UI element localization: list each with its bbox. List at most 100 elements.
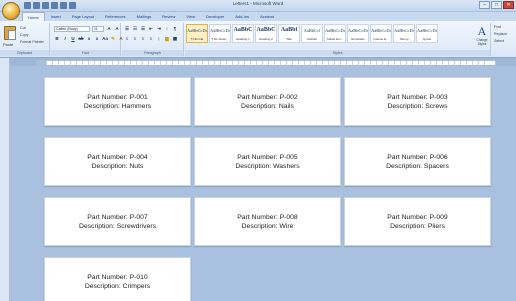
tab-add-ins[interactable]: Add-Ins (230, 12, 254, 21)
font-name-select[interactable]: Calibri (Body) (54, 26, 90, 32)
vertical-ruler[interactable] (0, 68, 10, 301)
part-number-text: Part Number: P-002 (237, 93, 298, 101)
borders-icon[interactable]: ▦ (172, 36, 178, 42)
style-item[interactable]: AaBbCcDc ¶ No Spaci... (209, 24, 231, 43)
cut-button[interactable]: Cut (20, 26, 26, 30)
part-number-text: Part Number: P-005 (237, 153, 298, 161)
strikethrough-icon[interactable]: ab (78, 36, 84, 42)
style-item[interactable]: AaBbCcDc Emphasis (347, 24, 369, 43)
part-number-text: Part Number: P-008 (237, 213, 298, 221)
style-name: Subtitle (306, 37, 317, 41)
style-sample: AaBbCcDc (348, 28, 368, 33)
ribbon: Paste Cut Copy Format Painter Clipboard … (0, 21, 516, 58)
label-card[interactable]: Part Number: P-006 Description: Spacers (344, 137, 491, 186)
description-text: Description: Spacers (386, 162, 449, 170)
paragraph-group-label: Paragraph (122, 50, 183, 56)
format-painter-button[interactable]: Format Painter (20, 40, 44, 44)
find-button[interactable]: Find (494, 24, 507, 31)
font-size-select[interactable]: 11 (92, 26, 104, 32)
multilevel-list-icon[interactable]: ☰ (140, 26, 146, 32)
bullets-icon[interactable]: ☰ (124, 26, 130, 32)
style-name: Subtle Em... (326, 37, 344, 41)
text-effects-icon[interactable]: Aa (102, 36, 108, 42)
style-item[interactable]: AaBbCcDc ¶ Normal (186, 24, 208, 43)
style-item[interactable]: AaBbCcDc Strong (393, 24, 415, 43)
description-text: Description: Pliers (390, 222, 445, 230)
style-sample: AaBbCcDc (187, 28, 207, 33)
part-number-text: Part Number: P-009 (387, 213, 448, 221)
label-card[interactable]: Part Number: P-005 Description: Washers (194, 137, 341, 186)
label-card[interactable]: Part Number: P-009 Description: Pliers (344, 197, 491, 246)
tab-page-layout[interactable]: Page Layout (67, 12, 99, 21)
label-card[interactable]: Part Number: P-007 Description: Screwdriv… (44, 197, 191, 246)
style-name: ¶ No Spaci... (211, 37, 229, 41)
maximize-button[interactable]: □ (491, 1, 502, 9)
copy-button[interactable]: Copy (20, 33, 28, 37)
numbering-icon[interactable]: ☷ (132, 26, 138, 32)
style-name: Quote (422, 37, 432, 41)
tab-insert[interactable]: Insert (46, 12, 66, 21)
close-button[interactable]: ✕ (503, 1, 514, 9)
style-sample: AaBbl (280, 27, 298, 33)
underline-icon[interactable]: U (70, 36, 76, 42)
style-item[interactable]: AaBbC Heading 2 (255, 24, 277, 43)
label-card[interactable]: Part Number: P-004 Description: Nuts (44, 137, 191, 186)
tab-references[interactable]: References (100, 12, 130, 21)
align-center-icon[interactable]: ≡ (132, 36, 138, 42)
change-styles-button[interactable]: A Change Styles (474, 24, 490, 46)
style-sample: AaBbCcDc (210, 28, 230, 33)
style-item[interactable]: AaBbCcDc Quote (416, 24, 438, 43)
tab-developer[interactable]: Developer (201, 12, 229, 21)
increase-indent-icon[interactable]: ⇥ (156, 26, 162, 32)
style-name: Heading 2 (259, 37, 273, 41)
select-button[interactable]: Select (494, 38, 507, 45)
align-right-icon[interactable]: ≡ (140, 36, 146, 42)
show-marks-icon[interactable]: ¶ (172, 26, 178, 32)
tab-home[interactable]: Home (22, 12, 45, 21)
office-button[interactable] (2, 2, 20, 20)
superscript-icon[interactable]: x (94, 36, 100, 42)
sort-icon[interactable]: ↕ (164, 26, 170, 32)
ribbon-tabs: Home Insert Page Layout References Maili… (0, 12, 516, 21)
minimize-button[interactable]: – (479, 1, 490, 9)
style-sample: AaBbC (233, 27, 253, 33)
label-card[interactable]: Part Number: P-008 Description: Wire (194, 197, 341, 246)
label-card[interactable]: Part Number: P-001 Description: Hammers (44, 77, 191, 126)
ruler-toggle[interactable] (0, 58, 10, 68)
shrink-font-icon[interactable]: A (114, 26, 120, 32)
description-text: Description: Nails (241, 102, 294, 110)
shading-icon[interactable]: ▆ (164, 36, 170, 42)
highlight-icon[interactable]: ✎ (110, 36, 116, 42)
justify-icon[interactable]: ≡ (148, 36, 154, 42)
style-item[interactable]: AaBbCcDc Subtle Em... (324, 24, 346, 43)
description-text: Description: Crimpers (84, 282, 151, 290)
line-spacing-icon[interactable]: ↨ (156, 36, 162, 42)
tab-review[interactable]: Review (157, 12, 180, 21)
tab-mailings[interactable]: Mailings (132, 12, 157, 21)
style-name: Intense E... (373, 37, 389, 41)
style-item[interactable]: AaBbC Heading 1 (232, 24, 254, 43)
label-card[interactable]: Part Number: P-003 Description: Screws (344, 77, 491, 126)
style-item[interactable]: AaBbl Title (278, 24, 300, 43)
italic-icon[interactable]: I (62, 36, 68, 42)
align-left-icon[interactable]: ≡ (124, 36, 130, 42)
style-name: Strong (399, 37, 409, 41)
styles-group-label: Styles (185, 50, 490, 56)
decrease-indent-icon[interactable]: ⇤ (148, 26, 154, 32)
subscript-icon[interactable]: x (86, 36, 92, 42)
style-item[interactable]: AaBbCcDc Intense E... (370, 24, 392, 43)
paste-icon[interactable] (4, 26, 16, 40)
style-item[interactable]: AaBbCcl Subtitle (301, 24, 323, 43)
tab-view[interactable]: View (181, 12, 200, 21)
replace-button[interactable]: Replace (494, 31, 507, 38)
label-card[interactable]: Part Number: P-002 Description: Nails (194, 77, 341, 126)
style-sample: AaBbCcDc (371, 28, 391, 33)
style-name: Heading 1 (236, 37, 250, 41)
grow-font-icon[interactable]: A (106, 26, 112, 32)
style-name: Emphasis (351, 37, 365, 41)
bold-icon[interactable]: B (54, 36, 60, 42)
tab-acrobat[interactable]: Acrobat (255, 12, 279, 21)
document-area[interactable]: Part Number: P-001 Description: Hammers Pa… (10, 66, 516, 301)
paste-button[interactable]: Paste (3, 42, 13, 47)
label-card[interactable]: Part Number: P-010 Description: Crimpers (44, 257, 191, 301)
